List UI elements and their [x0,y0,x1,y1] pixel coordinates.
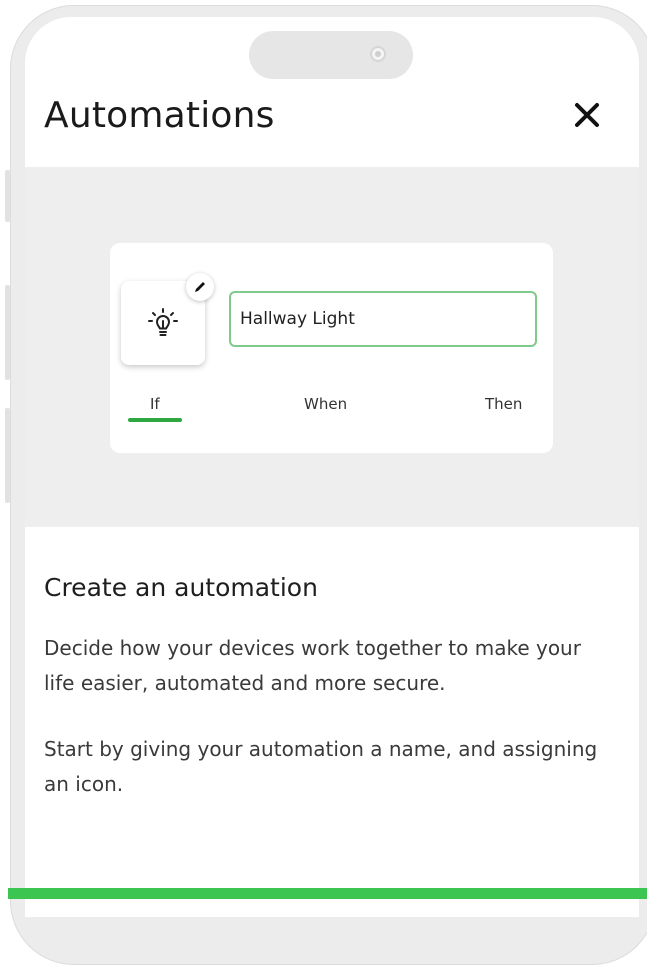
step-when[interactable]: When [304,395,347,413]
close-icon [575,103,599,127]
bottom-accent-bar [8,888,647,899]
step-then[interactable]: Then [485,395,522,413]
edit-icon-button[interactable] [186,273,214,301]
lightbulb-icon [148,308,178,336]
instruction-paragraph: Start by giving your automation a name, … [44,737,598,796]
page-title: Automations [44,95,275,136]
step-if[interactable]: If [150,395,160,413]
phone-notch [249,31,413,79]
description-paragraph: Decide how your devices work together to… [44,636,581,695]
phone-volume-up-button [5,285,10,380]
phone-volume-down-button [5,408,10,503]
pencil-icon [195,282,205,292]
phone-side-button [5,170,10,222]
active-step-indicator [128,418,182,422]
automation-preview-card: If When Then [110,243,553,453]
close-button[interactable] [565,93,609,137]
camera-icon [370,46,386,62]
section-heading: Create an automation [44,573,318,602]
automation-preview-area: If When Then [25,167,639,527]
phone-screen: Automations Hallway Light If When Then C… [25,17,639,917]
automation-name-input[interactable] [229,291,537,347]
